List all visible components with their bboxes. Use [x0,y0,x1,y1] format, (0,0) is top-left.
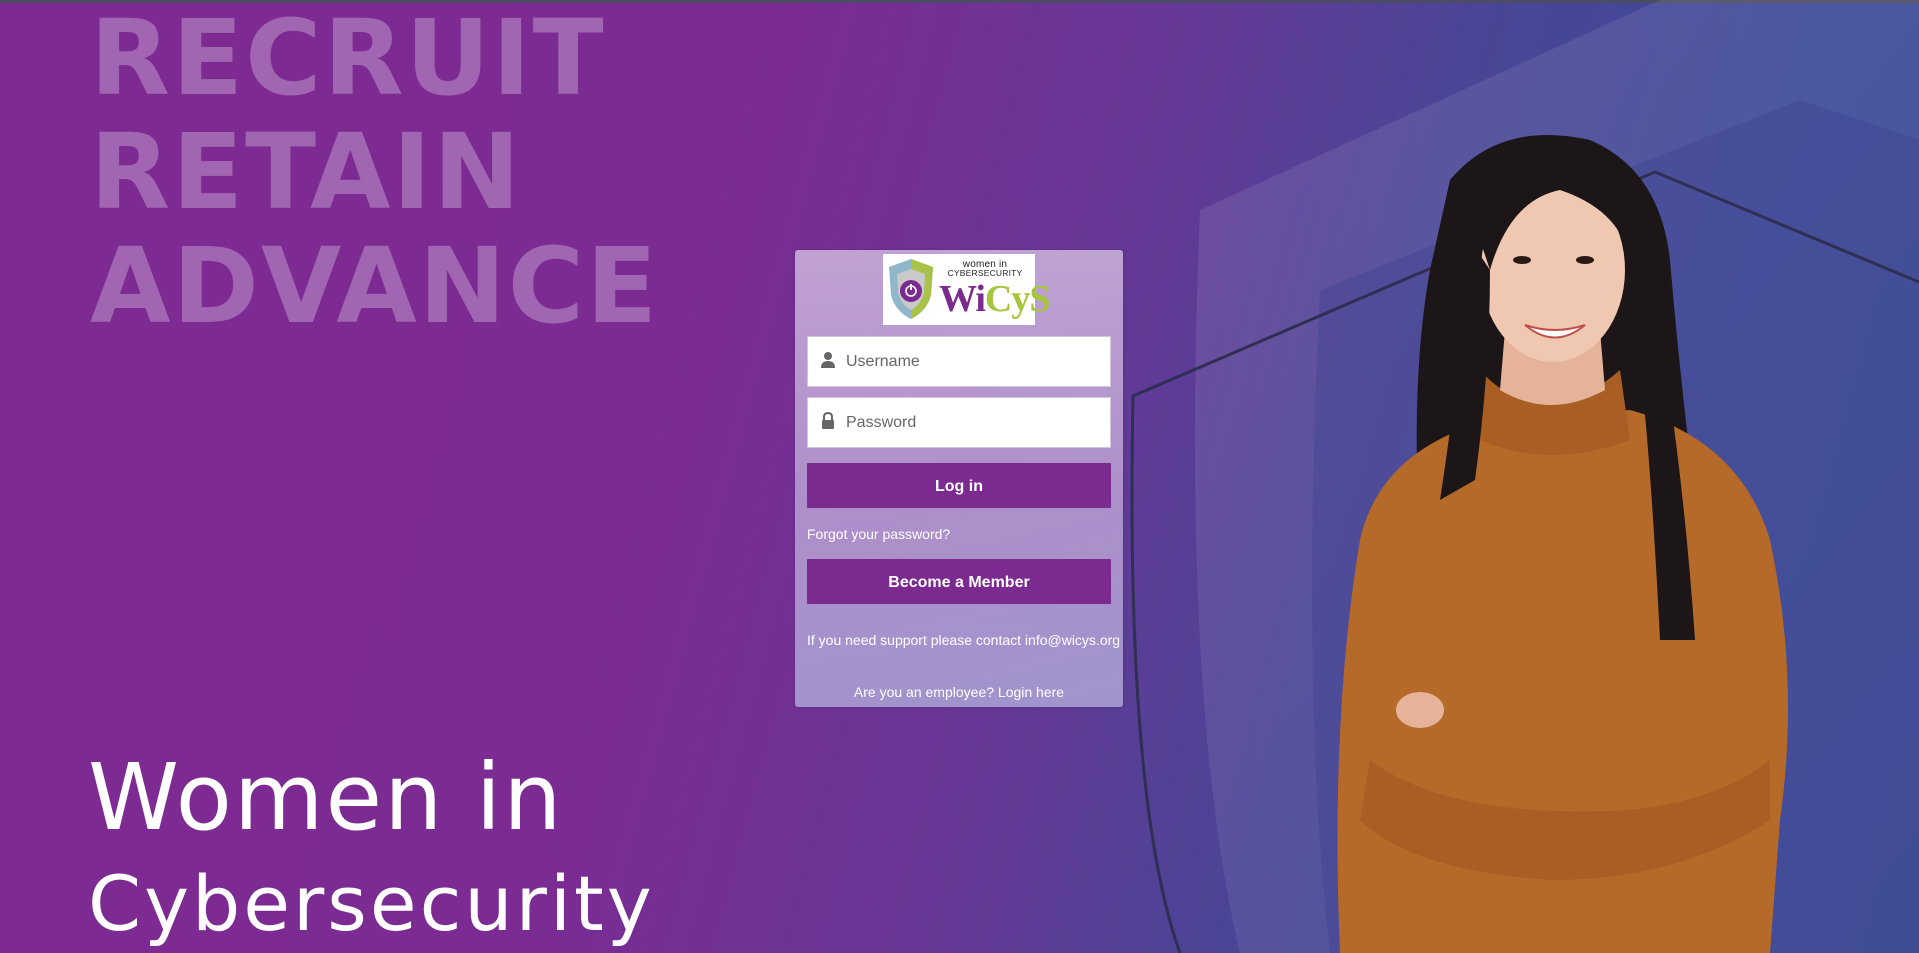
lock-icon [822,412,834,429]
user-icon [821,352,835,368]
login-card: women in CYBERSECURITY WiCyS Log in Forg… [795,250,1123,707]
employee-login-text: Are you an employee? Login here [795,684,1123,700]
hero-person-image [1337,135,1788,953]
logo-text-cybersecurity: CYBERSECURITY [947,268,1023,278]
employee-login-link[interactable]: Login here [998,684,1064,700]
shield-logo-icon [889,259,933,319]
headline-retain: RETAIN [90,111,523,233]
tagline-women-in: Women in [88,744,564,851]
logo-wordmark: WiCyS [939,278,1050,320]
password-field[interactable] [807,397,1111,448]
login-button[interactable]: Log in [807,463,1111,508]
wicys-logo[interactable]: women in CYBERSECURITY WiCyS [883,254,1050,325]
headline-recruit: RECRUIT [90,0,606,119]
username-input[interactable] [846,337,1104,386]
employee-question: Are you an employee? [853,684,995,700]
become-member-button[interactable]: Become a Member [807,559,1111,604]
tagline-cybersecurity: Cybersecurity [88,859,655,948]
forgot-password-link[interactable]: Forgot your password? [807,526,950,542]
headline-advance: ADVANCE [90,225,660,347]
password-input[interactable] [846,398,1104,447]
logo-wordmark-top: women in CYBERSECURITY [939,260,1031,278]
username-field[interactable] [807,336,1111,387]
support-contact-text: If you need support please contact info@… [807,632,1121,648]
